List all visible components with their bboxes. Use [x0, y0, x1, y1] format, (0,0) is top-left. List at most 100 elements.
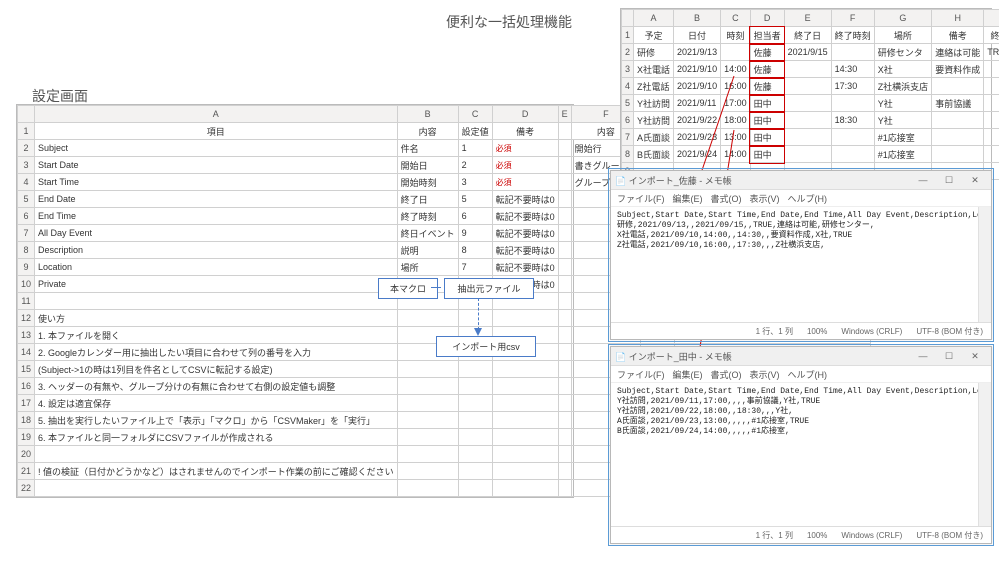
menu-help[interactable]: ヘルプ(H): [788, 368, 828, 381]
cell[interactable]: 3. ヘッダーの有無や、グループ分けの有無に合わせて右側の設定値も調整: [35, 378, 398, 395]
cell[interactable]: [984, 78, 999, 95]
row-header[interactable]: 20: [18, 446, 35, 463]
cell[interactable]: 2: [458, 157, 492, 174]
row-header[interactable]: 3: [622, 61, 634, 78]
cell[interactable]: [492, 412, 558, 429]
cell[interactable]: 2021/9/15: [784, 44, 831, 61]
cell[interactable]: 16:00: [721, 78, 751, 95]
cell[interactable]: 17:00: [721, 95, 751, 112]
cell[interactable]: [831, 44, 874, 61]
header-cell[interactable]: 日付: [674, 27, 721, 44]
cell[interactable]: 件名: [397, 140, 458, 157]
cell[interactable]: [558, 412, 571, 429]
cell[interactable]: (Subject->1の時は1列目を件名としてCSVに転記する設定): [35, 361, 398, 378]
cell[interactable]: [784, 61, 831, 78]
cell[interactable]: [397, 446, 458, 463]
cell[interactable]: 2021/9/24: [674, 146, 721, 163]
column-header[interactable]: A: [634, 10, 674, 27]
cell[interactable]: 開始時刻: [397, 174, 458, 191]
row-header[interactable]: 1: [622, 27, 634, 44]
cell[interactable]: 終日イベント: [397, 225, 458, 242]
cell[interactable]: 14:00: [721, 61, 751, 78]
cell[interactable]: [721, 44, 751, 61]
column-header[interactable]: G: [874, 10, 932, 27]
header-cell[interactable]: 項目: [35, 123, 398, 140]
header-cell[interactable]: 備考: [932, 27, 984, 44]
row-header[interactable]: 18: [18, 412, 35, 429]
cell[interactable]: 2021/9/22: [674, 112, 721, 129]
cell[interactable]: 田中: [750, 146, 784, 163]
cell[interactable]: [558, 242, 571, 259]
cell[interactable]: 必須: [492, 174, 558, 191]
cell[interactable]: 転記不要時は0: [492, 191, 558, 208]
menubar[interactable]: ファイル(F) 編集(E) 書式(O) 表示(V) ヘルプ(H): [611, 190, 991, 207]
cell[interactable]: 終了日: [397, 191, 458, 208]
cell[interactable]: [784, 95, 831, 112]
scrollbar-vertical[interactable]: [978, 207, 991, 322]
row-header[interactable]: 14: [18, 344, 35, 361]
minimize-button[interactable]: —: [911, 349, 935, 363]
menu-view[interactable]: 表示(V): [750, 368, 780, 381]
column-header[interactable]: C: [721, 10, 751, 27]
column-header[interactable]: [622, 10, 634, 27]
cell[interactable]: [35, 293, 398, 310]
cell[interactable]: [558, 225, 571, 242]
menu-edit[interactable]: 編集(E): [673, 368, 703, 381]
cell[interactable]: 7: [458, 259, 492, 276]
cell[interactable]: Y社: [874, 112, 932, 129]
row-header[interactable]: 15: [18, 361, 35, 378]
column-header[interactable]: B: [674, 10, 721, 27]
row-header[interactable]: 6: [622, 112, 634, 129]
column-header[interactable]: D: [492, 106, 558, 123]
notepad-window-1[interactable]: 📄 インポート_佐藤 - メモ帳 — ☐ ✕ ファイル(F) 編集(E) 書式(…: [610, 170, 992, 340]
cell[interactable]: 3: [458, 174, 492, 191]
menu-edit[interactable]: 編集(E): [673, 192, 703, 205]
cell[interactable]: 事前協議: [932, 95, 984, 112]
cell[interactable]: [558, 446, 571, 463]
row-header[interactable]: 4: [622, 78, 634, 95]
menu-help[interactable]: ヘルプ(H): [788, 192, 828, 205]
cell[interactable]: Description: [35, 242, 398, 259]
row-header[interactable]: 8: [622, 146, 634, 163]
cell[interactable]: [458, 429, 492, 446]
cell[interactable]: [492, 429, 558, 446]
column-header[interactable]: E: [784, 10, 831, 27]
row-header[interactable]: 7: [622, 129, 634, 146]
header-cell[interactable]: 設定値: [458, 123, 492, 140]
cell[interactable]: 説明: [397, 242, 458, 259]
cell[interactable]: 2. Googleカレンダー用に抽出したい項目に合わせて列の番号を入力: [35, 344, 398, 361]
cell[interactable]: 2021/9/10: [674, 61, 721, 78]
cell[interactable]: [558, 191, 571, 208]
column-header[interactable]: B: [397, 106, 458, 123]
menu-format[interactable]: 書式(O): [711, 192, 742, 205]
menubar[interactable]: ファイル(F) 編集(E) 書式(O) 表示(V) ヘルプ(H): [611, 366, 991, 383]
row-header[interactable]: 10: [18, 276, 35, 293]
header-cell[interactable]: 内容: [397, 123, 458, 140]
cell[interactable]: 6. 本ファイルと同一フォルダにCSVファイルが作成される: [35, 429, 398, 446]
column-header[interactable]: [18, 106, 35, 123]
header-cell[interactable]: 予定: [634, 27, 674, 44]
row-header[interactable]: 19: [18, 429, 35, 446]
cell[interactable]: 転記不要時は0: [492, 242, 558, 259]
row-header[interactable]: 6: [18, 208, 35, 225]
cell[interactable]: [558, 259, 571, 276]
text-area[interactable]: Subject,Start Date,Start Time,End Date,E…: [611, 207, 991, 322]
header-cell[interactable]: 場所: [874, 27, 932, 44]
close-button[interactable]: ✕: [963, 173, 987, 187]
menu-view[interactable]: 表示(V): [750, 192, 780, 205]
cell[interactable]: 5. 抽出を実行したいファイル上で「表示」「マクロ」から「CSVMaker」を「…: [35, 412, 398, 429]
cell[interactable]: [458, 412, 492, 429]
cell[interactable]: 使い方: [35, 310, 398, 327]
cell[interactable]: [558, 140, 571, 157]
cell[interactable]: 転記不要時は0: [492, 259, 558, 276]
cell[interactable]: [492, 446, 558, 463]
menu-file[interactable]: ファイル(F): [617, 192, 665, 205]
cell[interactable]: [831, 146, 874, 163]
cell[interactable]: 田中: [750, 112, 784, 129]
row-header[interactable]: 17: [18, 395, 35, 412]
cell[interactable]: [558, 208, 571, 225]
cell[interactable]: [784, 146, 831, 163]
cell[interactable]: [984, 95, 999, 112]
row-header[interactable]: 11: [18, 293, 35, 310]
header-cell[interactable]: 終日: [984, 27, 999, 44]
